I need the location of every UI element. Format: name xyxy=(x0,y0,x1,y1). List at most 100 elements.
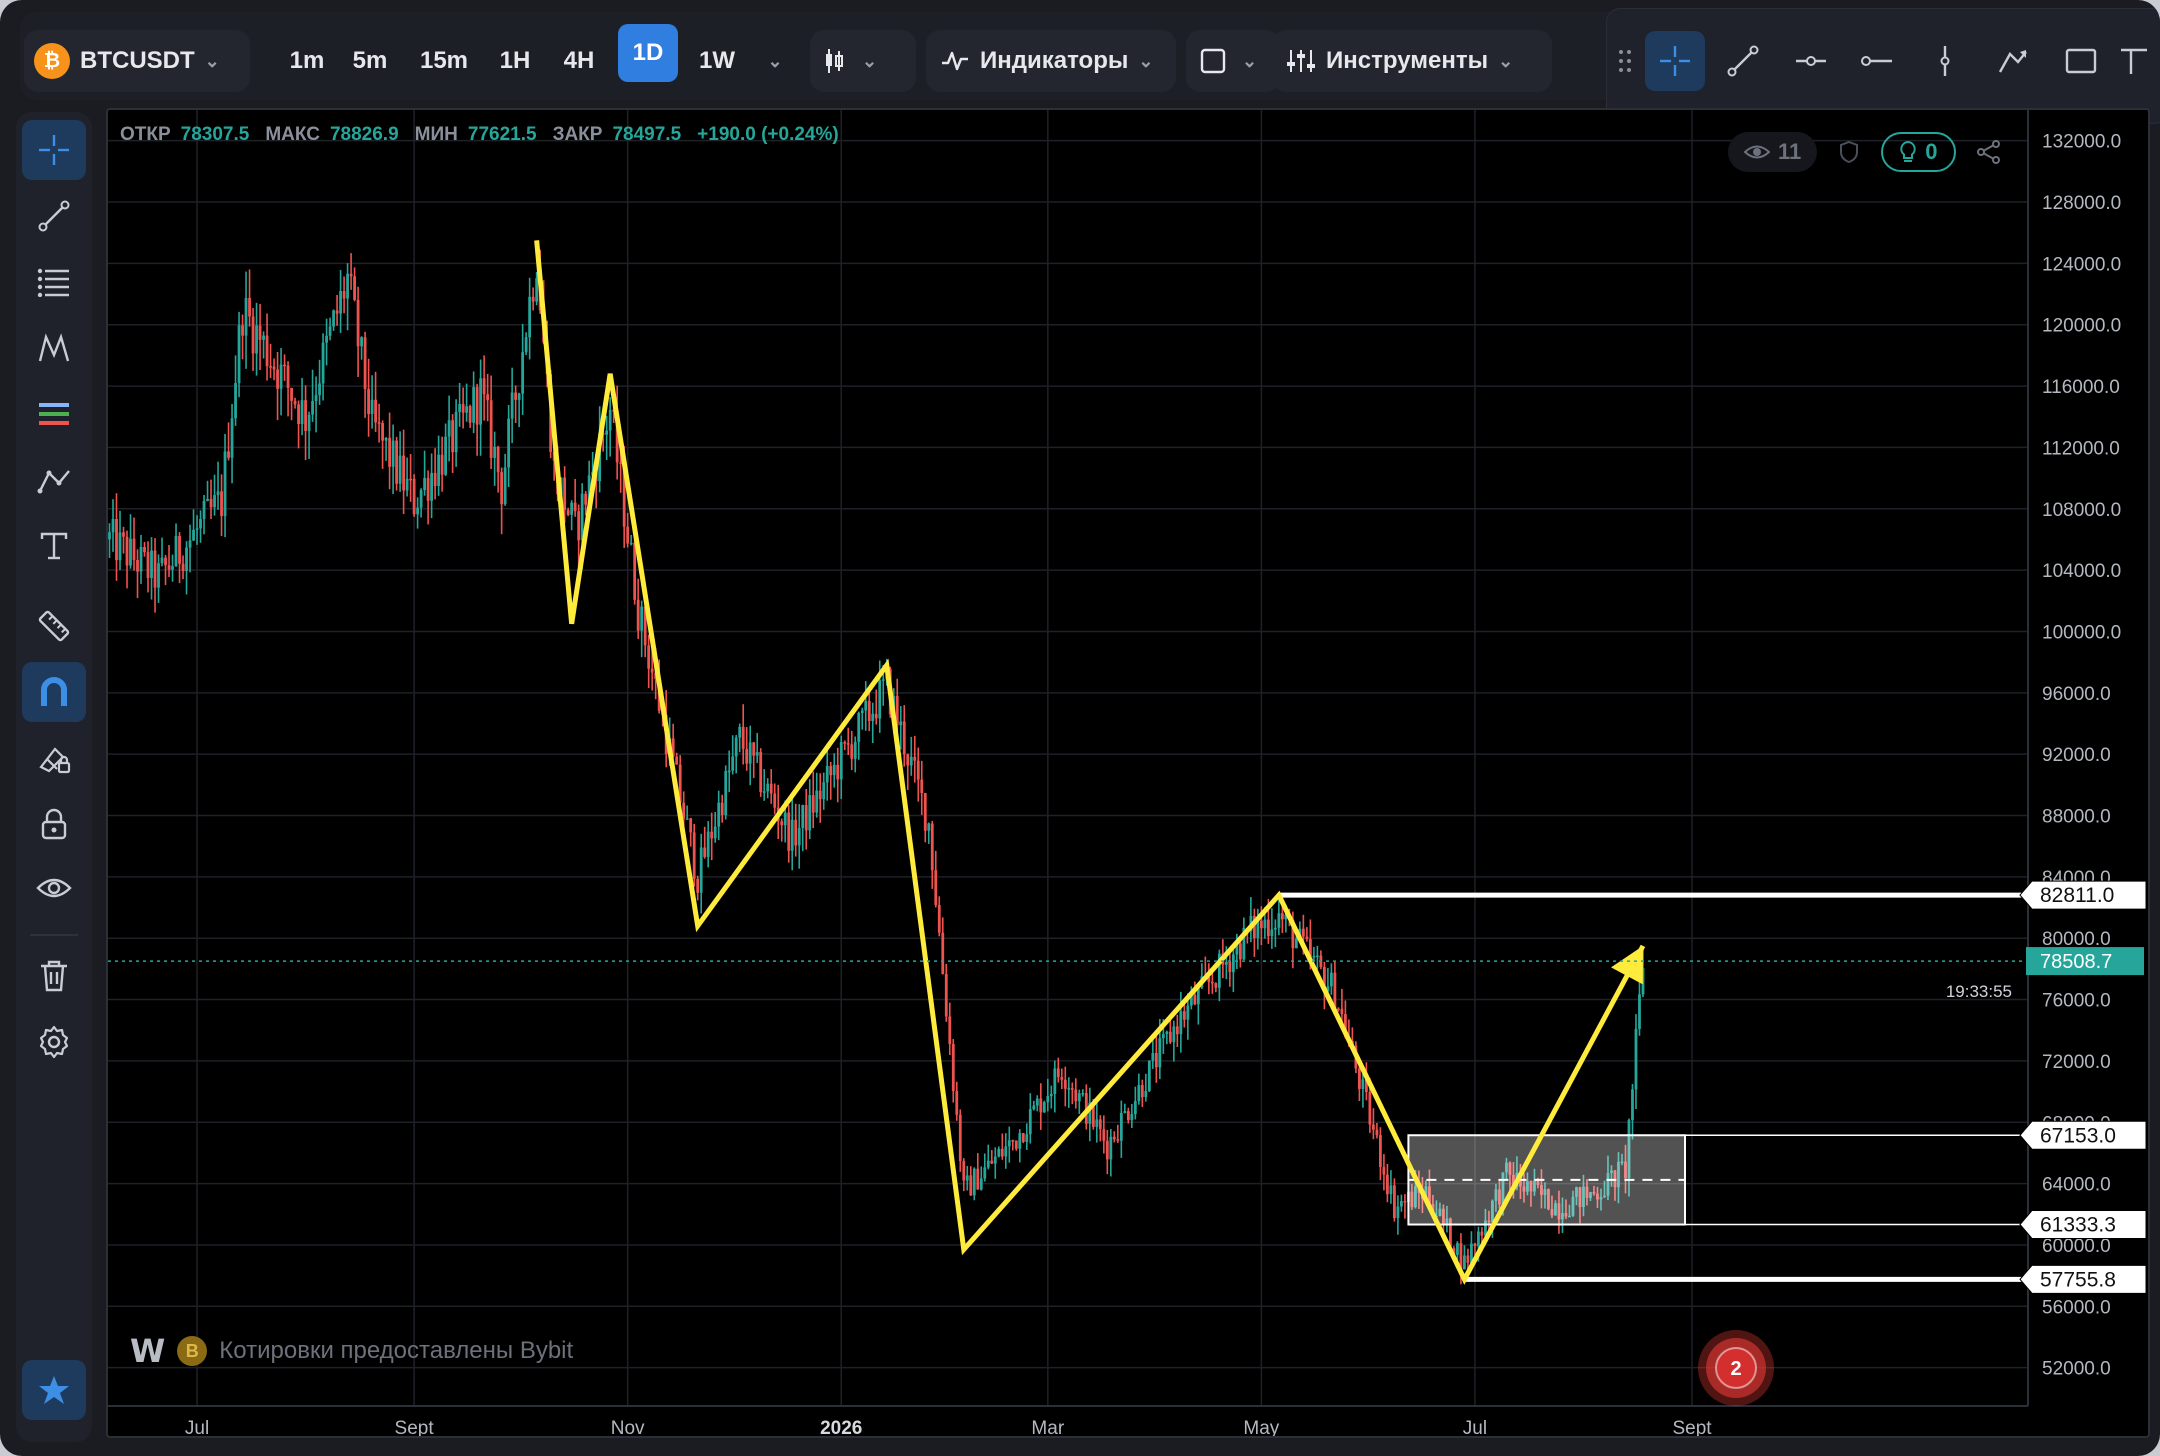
candle-body-down xyxy=(850,744,854,759)
candle-body-up xyxy=(927,823,931,831)
candle-body-up xyxy=(472,387,476,423)
trash-icon[interactable] xyxy=(22,946,86,1006)
path-icon[interactable] xyxy=(22,450,86,510)
timeframe-1m[interactable]: 1m xyxy=(278,36,336,86)
candle-body-up xyxy=(864,701,868,711)
text-icon[interactable] xyxy=(22,516,86,576)
candle-body-down xyxy=(692,832,696,879)
price-tick-label: 108000.0 xyxy=(2042,500,2121,521)
time-tick-label: Jul xyxy=(185,1418,209,1436)
timeframe-1h[interactable]: 1H xyxy=(486,36,544,86)
tools-button[interactable]: Инструменты ⌄ xyxy=(1272,30,1552,92)
candle-body-down xyxy=(1379,1135,1382,1168)
candle-body-down xyxy=(906,754,910,766)
settings-icon[interactable] xyxy=(22,1012,86,1072)
candle-body-down xyxy=(846,743,850,745)
timeframe-5m[interactable]: 5m xyxy=(338,36,402,86)
candle-body-down xyxy=(272,366,276,370)
share-icon xyxy=(1976,140,2000,164)
drag-handle-icon[interactable] xyxy=(1613,31,1637,91)
price-tick-label: 132000.0 xyxy=(2042,132,2121,153)
vertical-line-tool-icon[interactable] xyxy=(1915,31,1975,91)
candle-body-down xyxy=(209,498,213,508)
pattern-icon[interactable] xyxy=(22,318,86,378)
candle-body-up xyxy=(311,401,314,415)
fib-icon[interactable] xyxy=(22,252,86,312)
timeframe-1w[interactable]: 1W xyxy=(684,36,750,86)
candle-body-up xyxy=(1179,1011,1183,1035)
candle-body-up xyxy=(717,802,721,827)
views-badge[interactable]: 11 xyxy=(1728,132,1818,172)
chart-panel[interactable]: 132000.0 128000.0 124000.0 120000.0 116000.0… xyxy=(106,108,2150,1438)
open-value: 78307.5 xyxy=(180,124,250,145)
candle-body-up xyxy=(493,446,497,458)
candle-body-down xyxy=(1000,1148,1004,1157)
candle-body-down xyxy=(1368,1092,1372,1125)
candle-body-down xyxy=(969,1175,973,1196)
candle-body-up xyxy=(517,393,521,400)
price-tick-label: 64000.0 xyxy=(2042,1175,2111,1196)
candle-body-up xyxy=(734,737,738,757)
candle-body-up xyxy=(444,436,448,475)
candle-body-down xyxy=(132,538,136,560)
timeframe-15m[interactable]: 15m xyxy=(406,36,482,86)
indicators-icon xyxy=(942,51,968,71)
ideas-badge[interactable]: 0 xyxy=(1881,132,1956,172)
magnet-icon[interactable] xyxy=(22,662,86,722)
ruler-icon[interactable] xyxy=(22,596,86,656)
layout-selector[interactable]: ⌄ xyxy=(1186,30,1280,92)
trendline-icon[interactable] xyxy=(22,186,86,246)
lock-icon[interactable] xyxy=(22,794,86,854)
crosshair-tool-icon[interactable] xyxy=(1645,31,1705,91)
candle-body-down xyxy=(1228,961,1232,973)
candle-body-down xyxy=(573,502,577,512)
candle-body-up xyxy=(195,528,199,530)
candle-body-down xyxy=(500,472,504,505)
candle-body-up xyxy=(1361,1079,1365,1089)
timeframe-1d[interactable]: 1D xyxy=(618,24,678,82)
eye-icon[interactable] xyxy=(22,858,86,918)
candle-body-down xyxy=(843,742,847,744)
candle-body-up xyxy=(570,502,574,515)
symbol-selector[interactable]: ₿ BTCUSDT ⌄ xyxy=(24,30,250,92)
candle-body-up xyxy=(909,756,913,766)
candle-body-up xyxy=(360,337,363,347)
star-icon[interactable] xyxy=(22,1360,86,1420)
candle-body-down xyxy=(1336,1008,1340,1011)
app-window: ₿ BTCUSDT ⌄ 1m 5m 15m 1H 4H 1D 1W ⌄ ⌄ Ин… xyxy=(0,0,2160,1456)
share-button[interactable] xyxy=(1970,132,2008,172)
horizontal-ray-tool-icon[interactable] xyxy=(1781,31,1841,91)
candle-body-up xyxy=(1130,1114,1134,1121)
path-arrow-tool-icon[interactable] xyxy=(1983,31,2043,91)
brush-lock-icon[interactable] xyxy=(22,728,86,788)
indicators-button[interactable]: Индикаторы ⌄ xyxy=(926,30,1176,92)
price-tick-label: 116000.0 xyxy=(2042,377,2120,398)
candle-body-up xyxy=(430,472,434,501)
alerts-button[interactable]: 2 xyxy=(1696,1328,1776,1408)
rectangle-tool-icon[interactable] xyxy=(2051,31,2111,91)
crosshair-icon[interactable] xyxy=(22,120,86,180)
candle-body-up xyxy=(1312,955,1316,958)
candle-body-up xyxy=(1046,1096,1050,1103)
candle-body-up xyxy=(188,540,192,548)
gann-icon[interactable] xyxy=(22,384,86,444)
candle-body-down xyxy=(1039,1098,1043,1113)
trendline-tool-icon[interactable] xyxy=(1713,31,1773,91)
candle-body-down xyxy=(867,701,871,722)
shield-button[interactable] xyxy=(1831,132,1867,172)
tools-sliders-icon xyxy=(1287,50,1315,72)
timeframe-more-chevron-icon[interactable]: ⌄ xyxy=(760,36,790,86)
chart-type-selector[interactable]: ⌄ xyxy=(810,30,916,92)
candle-body-up xyxy=(150,550,153,578)
timeframe-4h[interactable]: 4H xyxy=(548,36,610,86)
bybit-coin-icon: B xyxy=(177,1336,208,1366)
high-value: 78826.9 xyxy=(329,124,399,145)
candle-body-up xyxy=(1007,1140,1011,1147)
candle-body-down xyxy=(269,366,272,368)
candle-body-down xyxy=(164,557,167,566)
price-chart[interactable]: 132000.0 128000.0 124000.0 120000.0 116000.0… xyxy=(108,110,2148,1436)
candle-body-up xyxy=(1186,1005,1190,1020)
candle-body-up xyxy=(1277,913,1281,928)
horizontal-line-tool-icon[interactable] xyxy=(1847,31,1907,91)
text-tool-icon[interactable] xyxy=(2117,31,2157,91)
